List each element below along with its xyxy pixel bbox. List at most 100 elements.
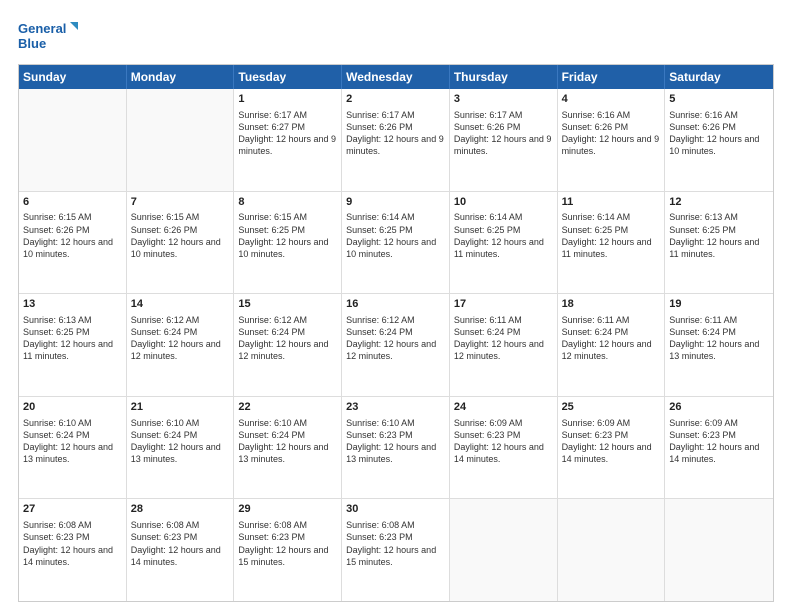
week-row-2: 6Sunrise: 6:15 AM Sunset: 6:26 PM Daylig… bbox=[19, 192, 773, 295]
cal-cell-2: 2 Sunrise: 6:17 AM Sunset: 6:26 PM Daylig… bbox=[342, 89, 450, 191]
cell-info: Sunrise: 6:09 AM Sunset: 6:23 PM Dayligh… bbox=[669, 417, 769, 466]
cell-info: Sunrise: 6:10 AM Sunset: 6:24 PM Dayligh… bbox=[23, 417, 122, 466]
svg-text:General: General bbox=[18, 21, 66, 36]
cal-cell-24: 24 Sunrise: 6:09 AM Sunset: 6:23 PM Dayli… bbox=[450, 397, 558, 499]
cal-cell-13: 13 Sunrise: 6:13 AM Sunset: 6:25 PM Dayli… bbox=[19, 294, 127, 396]
day-number: 2 bbox=[346, 92, 445, 107]
day-number: 29 bbox=[238, 502, 337, 517]
header: General Blue bbox=[18, 18, 774, 54]
cell-info: Sunrise: 6:12 AM Sunset: 6:24 PM Dayligh… bbox=[131, 314, 230, 363]
header-day-thursday: Thursday bbox=[450, 65, 558, 89]
week-row-4: 20 Sunrise: 6:10 AM Sunset: 6:24 PM Dayli… bbox=[19, 397, 773, 500]
cal-cell-empty-4-6 bbox=[665, 499, 773, 601]
cell-info: Sunrise: 6:13 AM Sunset: 6:25 PM Dayligh… bbox=[669, 211, 769, 260]
day-number: 16 bbox=[346, 297, 445, 312]
cell-info: Sunrise: 6:15 AM Sunset: 6:26 PM Dayligh… bbox=[23, 211, 122, 260]
cell-info: Sunrise: 6:08 AM Sunset: 6:23 PM Dayligh… bbox=[346, 519, 445, 568]
calendar-header: SundayMondayTuesdayWednesdayThursdayFrid… bbox=[19, 65, 773, 89]
svg-text:Blue: Blue bbox=[18, 36, 46, 51]
day-number: 15 bbox=[238, 297, 337, 312]
day-number: 24 bbox=[454, 400, 553, 415]
logo: General Blue bbox=[18, 18, 78, 54]
cell-info: Sunrise: 6:08 AM Sunset: 6:23 PM Dayligh… bbox=[238, 519, 337, 568]
day-number: 20 bbox=[23, 400, 122, 415]
day-number: 17 bbox=[454, 297, 553, 312]
week-row-5: 27 Sunrise: 6:08 AM Sunset: 6:23 PM Dayli… bbox=[19, 499, 773, 601]
cal-cell-9: 9Sunrise: 6:14 AM Sunset: 6:25 PM Daylig… bbox=[342, 192, 450, 294]
header-day-sunday: Sunday bbox=[19, 65, 127, 89]
cell-info: Sunrise: 6:16 AM Sunset: 6:26 PM Dayligh… bbox=[669, 109, 769, 158]
cell-info: Sunrise: 6:14 AM Sunset: 6:25 PM Dayligh… bbox=[562, 211, 661, 260]
cell-info: Sunrise: 6:10 AM Sunset: 6:23 PM Dayligh… bbox=[346, 417, 445, 466]
header-day-tuesday: Tuesday bbox=[234, 65, 342, 89]
page: General Blue SundayMondayTuesdayWednesda… bbox=[0, 0, 792, 612]
cell-info: Sunrise: 6:17 AM Sunset: 6:26 PM Dayligh… bbox=[346, 109, 445, 158]
day-number: 6 bbox=[23, 195, 122, 210]
cal-cell-8: 8Sunrise: 6:15 AM Sunset: 6:25 PM Daylig… bbox=[234, 192, 342, 294]
cal-cell-30: 30 Sunrise: 6:08 AM Sunset: 6:23 PM Dayli… bbox=[342, 499, 450, 601]
cell-info: Sunrise: 6:08 AM Sunset: 6:23 PM Dayligh… bbox=[23, 519, 122, 568]
day-number: 14 bbox=[131, 297, 230, 312]
cal-cell-26: 26 Sunrise: 6:09 AM Sunset: 6:23 PM Dayli… bbox=[665, 397, 773, 499]
cal-cell-20: 20 Sunrise: 6:10 AM Sunset: 6:24 PM Dayli… bbox=[19, 397, 127, 499]
calendar-body: 1Sunrise: 6:17 AM Sunset: 6:27 PM Daylig… bbox=[19, 89, 773, 601]
day-number: 11 bbox=[562, 195, 661, 210]
day-number: 23 bbox=[346, 400, 445, 415]
day-number: 12 bbox=[669, 195, 769, 210]
day-number: 18 bbox=[562, 297, 661, 312]
cal-cell-29: 29 Sunrise: 6:08 AM Sunset: 6:23 PM Dayli… bbox=[234, 499, 342, 601]
cal-cell-21: 21 Sunrise: 6:10 AM Sunset: 6:24 PM Dayli… bbox=[127, 397, 235, 499]
cal-cell-empty-4-4 bbox=[450, 499, 558, 601]
cell-info: Sunrise: 6:13 AM Sunset: 6:25 PM Dayligh… bbox=[23, 314, 122, 363]
cal-cell-18: 18Sunrise: 6:11 AM Sunset: 6:24 PM Dayli… bbox=[558, 294, 666, 396]
week-row-3: 13 Sunrise: 6:13 AM Sunset: 6:25 PM Dayli… bbox=[19, 294, 773, 397]
cal-cell-7: 7Sunrise: 6:15 AM Sunset: 6:26 PM Daylig… bbox=[127, 192, 235, 294]
header-day-friday: Friday bbox=[558, 65, 666, 89]
cal-cell-10: 10Sunrise: 6:14 AM Sunset: 6:25 PM Dayli… bbox=[450, 192, 558, 294]
day-number: 19 bbox=[669, 297, 769, 312]
cell-info: Sunrise: 6:12 AM Sunset: 6:24 PM Dayligh… bbox=[238, 314, 337, 363]
header-day-saturday: Saturday bbox=[665, 65, 773, 89]
cell-info: Sunrise: 6:12 AM Sunset: 6:24 PM Dayligh… bbox=[346, 314, 445, 363]
day-number: 28 bbox=[131, 502, 230, 517]
cal-cell-5: 5 Sunrise: 6:16 AM Sunset: 6:26 PM Daylig… bbox=[665, 89, 773, 191]
cal-cell-empty-4-5 bbox=[558, 499, 666, 601]
day-number: 21 bbox=[131, 400, 230, 415]
day-number: 30 bbox=[346, 502, 445, 517]
cell-info: Sunrise: 6:17 AM Sunset: 6:27 PM Dayligh… bbox=[238, 109, 337, 158]
logo-svg: General Blue bbox=[18, 18, 78, 54]
cal-cell-14: 14 Sunrise: 6:12 AM Sunset: 6:24 PM Dayli… bbox=[127, 294, 235, 396]
cal-cell-11: 11Sunrise: 6:14 AM Sunset: 6:25 PM Dayli… bbox=[558, 192, 666, 294]
cal-cell-4: 4 Sunrise: 6:16 AM Sunset: 6:26 PM Daylig… bbox=[558, 89, 666, 191]
cal-cell-15: 15 Sunrise: 6:12 AM Sunset: 6:24 PM Dayli… bbox=[234, 294, 342, 396]
day-number: 9 bbox=[346, 195, 445, 210]
cell-info: Sunrise: 6:09 AM Sunset: 6:23 PM Dayligh… bbox=[454, 417, 553, 466]
cell-info: Sunrise: 6:15 AM Sunset: 6:26 PM Dayligh… bbox=[131, 211, 230, 260]
cell-info: Sunrise: 6:10 AM Sunset: 6:24 PM Dayligh… bbox=[238, 417, 337, 466]
cal-cell-25: 25Sunrise: 6:09 AM Sunset: 6:23 PM Dayli… bbox=[558, 397, 666, 499]
header-day-monday: Monday bbox=[127, 65, 235, 89]
calendar: SundayMondayTuesdayWednesdayThursdayFrid… bbox=[18, 64, 774, 602]
day-number: 26 bbox=[669, 400, 769, 415]
cal-cell-19: 19 Sunrise: 6:11 AM Sunset: 6:24 PM Dayli… bbox=[665, 294, 773, 396]
header-day-wednesday: Wednesday bbox=[342, 65, 450, 89]
day-number: 7 bbox=[131, 195, 230, 210]
day-number: 5 bbox=[669, 92, 769, 107]
cell-info: Sunrise: 6:14 AM Sunset: 6:25 PM Dayligh… bbox=[454, 211, 553, 260]
cal-cell-6: 6Sunrise: 6:15 AM Sunset: 6:26 PM Daylig… bbox=[19, 192, 127, 294]
cell-info: Sunrise: 6:16 AM Sunset: 6:26 PM Dayligh… bbox=[562, 109, 661, 158]
cell-info: Sunrise: 6:11 AM Sunset: 6:24 PM Dayligh… bbox=[669, 314, 769, 363]
day-number: 4 bbox=[562, 92, 661, 107]
day-number: 25 bbox=[562, 400, 661, 415]
cal-cell-23: 23 Sunrise: 6:10 AM Sunset: 6:23 PM Dayli… bbox=[342, 397, 450, 499]
cell-info: Sunrise: 6:15 AM Sunset: 6:25 PM Dayligh… bbox=[238, 211, 337, 260]
cell-info: Sunrise: 6:10 AM Sunset: 6:24 PM Dayligh… bbox=[131, 417, 230, 466]
cell-info: Sunrise: 6:14 AM Sunset: 6:25 PM Dayligh… bbox=[346, 211, 445, 260]
day-number: 22 bbox=[238, 400, 337, 415]
day-number: 27 bbox=[23, 502, 122, 517]
cal-cell-empty-0-1 bbox=[127, 89, 235, 191]
cal-cell-12: 12Sunrise: 6:13 AM Sunset: 6:25 PM Dayli… bbox=[665, 192, 773, 294]
day-number: 10 bbox=[454, 195, 553, 210]
day-number: 3 bbox=[454, 92, 553, 107]
day-number: 13 bbox=[23, 297, 122, 312]
